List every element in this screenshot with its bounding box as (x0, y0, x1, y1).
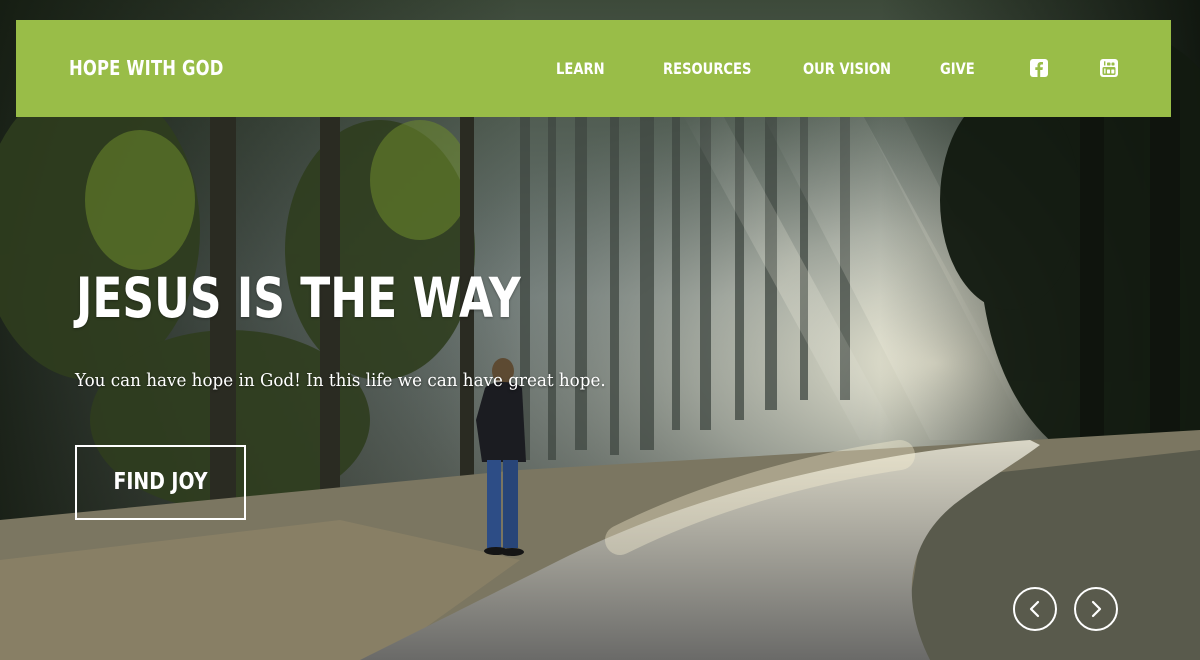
find-joy-button[interactable]: FIND JOY (75, 445, 246, 520)
chevron-left-icon (1029, 600, 1040, 618)
find-joy-button-label: FIND JOY (113, 469, 208, 495)
nav-link-resources[interactable]: RESOURCES (663, 58, 751, 80)
hero-subheading: You can have hope in God! In this life w… (75, 370, 606, 391)
hero-headline: JESUS IS THE WAY (76, 266, 521, 330)
nav-link-our-vision[interactable]: OUR VISION (803, 58, 891, 80)
chevron-right-icon (1091, 600, 1102, 618)
site-logo-text[interactable]: HOPE WITH GOD (69, 54, 224, 82)
slider-prev-button[interactable] (1013, 587, 1057, 631)
nav-link-give[interactable]: GIVE (940, 58, 975, 80)
slider-next-button[interactable] (1074, 587, 1118, 631)
facebook-icon[interactable] (1029, 58, 1049, 78)
top-navigation-bar: HOPE WITH GOD LEARN RESOURCES OUR VISION… (16, 20, 1171, 117)
youtube-icon[interactable] (1099, 58, 1119, 78)
nav-link-learn[interactable]: LEARN (556, 58, 605, 80)
